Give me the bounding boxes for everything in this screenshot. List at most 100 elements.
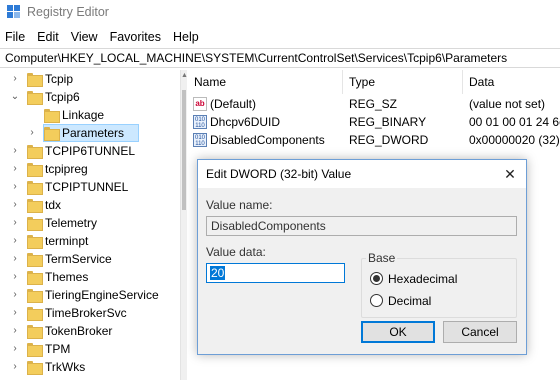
chevron-right-icon[interactable]: › — [10, 235, 20, 247]
cancel-button[interactable]: Cancel — [443, 321, 517, 343]
close-icon[interactable]: ✕ — [502, 166, 518, 182]
folder-icon — [27, 91, 43, 105]
chevron-right-icon[interactable]: › — [10, 73, 20, 85]
value-name-field: DisabledComponents — [206, 216, 517, 236]
hexadecimal-radio[interactable] — [370, 272, 384, 286]
tree-item-label: tcpipreg — [45, 162, 88, 176]
tree-item[interactable]: › Themes — [0, 268, 180, 286]
tree-item-label: Themes — [45, 270, 89, 284]
column-data[interactable]: Data — [463, 70, 560, 94]
folder-icon — [44, 109, 60, 123]
tree-item[interactable]: › Tcpip — [0, 70, 180, 88]
value-name-label: Value name: — [206, 198, 273, 212]
dialog-title: Edit DWORD (32-bit) Value — [206, 167, 352, 181]
folder-icon — [27, 343, 43, 357]
value-data-label: Value data: — [206, 245, 266, 259]
tree-item-label: TrkWks — [45, 360, 86, 374]
tree-item-label: TimeBrokerSvc — [45, 306, 127, 320]
folder-icon — [27, 145, 43, 159]
ok-button[interactable]: OK — [361, 321, 435, 343]
chevron-right-icon[interactable]: › — [27, 127, 37, 139]
tree-item[interactable]: › tcpipreg — [0, 160, 180, 178]
value-type: REG_SZ — [349, 97, 398, 111]
list-header: Name Type Data — [188, 70, 560, 94]
value-data: 0x00000020 (32) — [469, 133, 560, 147]
decimal-radio[interactable] — [370, 294, 384, 308]
chevron-right-icon[interactable]: › — [10, 163, 20, 175]
base-group: Base Hexadecimal Decimal — [361, 251, 517, 318]
chevron-right-icon[interactable]: › — [10, 217, 20, 229]
tree-item[interactable]: › terminpt — [0, 232, 180, 250]
chevron-right-icon[interactable]: › — [10, 199, 20, 211]
tree-item-label: TokenBroker — [45, 324, 113, 338]
folder-icon — [27, 325, 43, 339]
folder-icon — [27, 199, 43, 213]
tree-item[interactable]: › tdx — [0, 196, 180, 214]
tree-item-label: Parameters — [62, 126, 125, 140]
binary-value-icon: 010 110 — [193, 115, 207, 129]
scroll-thumb[interactable] — [182, 90, 186, 210]
menu-favorites[interactable]: Favorites — [104, 28, 167, 46]
value-name: DisabledComponents — [210, 133, 325, 147]
menu-edit[interactable]: Edit — [31, 28, 65, 46]
list-row[interactable]: ab (Default) REG_SZ (value not set) — [188, 95, 560, 113]
chevron-right-icon[interactable]: › — [10, 289, 20, 301]
folder-icon — [27, 361, 43, 375]
value-name: Dhcpv6DUID — [210, 115, 281, 129]
dialog-title-bar[interactable]: Edit DWORD (32-bit) Value ✕ — [198, 160, 526, 188]
folder-icon — [27, 253, 43, 267]
value-data: 00 01 00 01 24 6e — [469, 115, 560, 129]
string-value-icon: ab — [193, 97, 207, 111]
tree-item-label: TermService — [45, 252, 112, 266]
menu-bar: File Edit View Favorites Help — [0, 28, 205, 46]
tree-item-label: terminpt — [45, 234, 89, 248]
base-label: Base — [366, 251, 398, 265]
chevron-right-icon[interactable]: › — [10, 145, 20, 157]
tree-item[interactable]: › TCPIPTUNNEL — [0, 178, 180, 196]
tree-scrollbar[interactable]: ▲ — [180, 70, 188, 380]
tree-item[interactable]: ⌄ Tcpip6 — [0, 88, 180, 106]
value-data-input[interactable]: 20 — [206, 263, 345, 283]
edit-dword-dialog: Edit DWORD (32-bit) Value ✕ Value name: … — [197, 159, 527, 355]
decimal-label[interactable]: Decimal — [388, 294, 431, 308]
tree-item[interactable]: › TCPIP6TUNNEL — [0, 142, 180, 160]
chevron-right-icon[interactable]: › — [10, 271, 20, 283]
menu-file[interactable]: File — [0, 28, 31, 46]
folder-icon — [27, 271, 43, 285]
folder-icon — [27, 163, 43, 177]
menu-view[interactable]: View — [65, 28, 104, 46]
tree-item[interactable]: › TPM — [0, 340, 180, 358]
list-row[interactable]: 010 110 DisabledComponents REG_DWORD 0x00… — [188, 131, 560, 149]
column-type[interactable]: Type — [343, 70, 463, 94]
title-bar: Registry Editor — [0, 0, 560, 26]
hexadecimal-label[interactable]: Hexadecimal — [388, 272, 457, 286]
chevron-right-icon[interactable]: › — [10, 361, 20, 373]
tree-item[interactable]: › TrkWks — [0, 358, 180, 376]
chevron-down-icon[interactable]: ⌄ — [10, 91, 20, 103]
chevron-right-icon[interactable]: › — [10, 343, 20, 355]
tree-item-label: Tcpip — [45, 72, 74, 86]
chevron-right-icon[interactable]: › — [10, 307, 20, 319]
tree-item[interactable]: › TermService — [0, 250, 180, 268]
value-type: REG_BINARY — [349, 115, 427, 129]
chevron-right-icon[interactable]: › — [10, 181, 20, 193]
tree-item[interactable]: › Parameters — [0, 124, 180, 142]
chevron-right-icon[interactable]: › — [10, 253, 20, 265]
tree-item-label: TieringEngineService — [45, 288, 159, 302]
value-data: (value not set) — [469, 97, 546, 111]
tree-item[interactable]: › Telemetry — [0, 214, 180, 232]
tree-item[interactable]: › TokenBroker — [0, 322, 180, 340]
chevron-right-icon[interactable]: › — [10, 325, 20, 337]
list-row[interactable]: 010 110 Dhcpv6DUID REG_BINARY 00 01 00 01… — [188, 113, 560, 131]
scroll-up-arrow-icon[interactable]: ▲ — [181, 72, 188, 80]
address-bar[interactable]: Computer\HKEY_LOCAL_MACHINE\SYSTEM\Curre… — [0, 48, 560, 68]
tree-item-label: Telemetry — [45, 216, 98, 230]
tree-item[interactable]: Linkage — [0, 106, 180, 124]
column-name[interactable]: Name — [188, 70, 343, 94]
value-data-text: 20 — [210, 266, 226, 280]
tree-item[interactable]: › TimeBrokerSvc — [0, 304, 180, 322]
tree-item-label: TPM — [45, 342, 71, 356]
tree-item[interactable]: › TieringEngineService — [0, 286, 180, 304]
binary-value-icon: 010 110 — [193, 133, 207, 147]
menu-help[interactable]: Help — [167, 28, 205, 46]
